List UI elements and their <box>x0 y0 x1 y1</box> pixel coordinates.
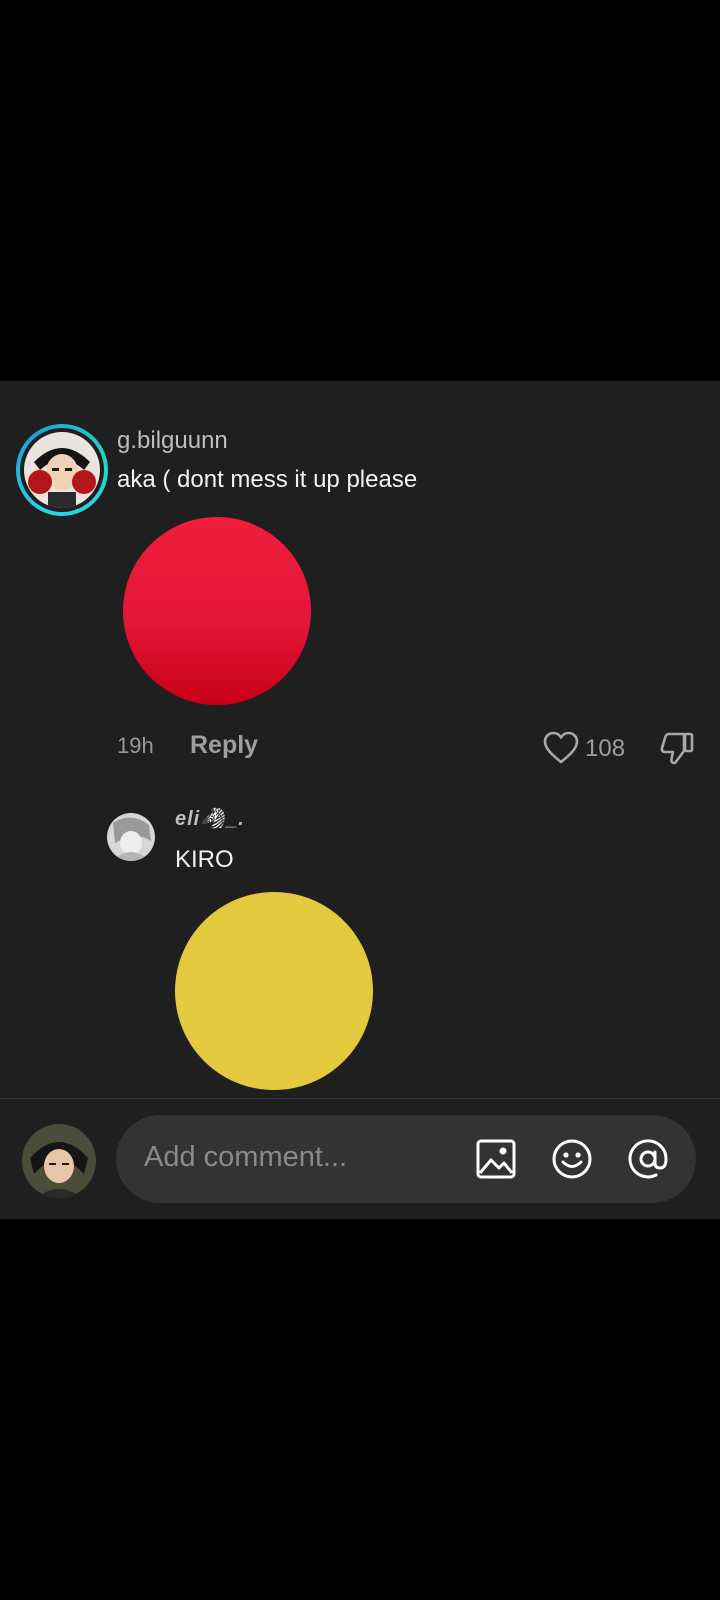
comment-username[interactable]: g.bilguunn <box>117 427 228 455</box>
reply-text: KIRO <box>175 846 234 873</box>
current-user-avatar[interactable] <box>22 1124 96 1198</box>
emoji-icon[interactable] <box>550 1137 594 1181</box>
image-icon[interactable] <box>474 1137 518 1181</box>
heart-icon[interactable] <box>543 731 579 765</box>
yellow-circle-sticker <box>175 892 373 1090</box>
avatar-image <box>24 432 100 508</box>
thumbs-down-icon[interactable] <box>659 730 695 766</box>
user-avatar[interactable] <box>16 424 108 516</box>
comments-panel <box>0 381 720 1219</box>
divider <box>0 1098 720 1099</box>
video-area <box>0 0 720 381</box>
reply-button[interactable]: Reply <box>190 731 258 760</box>
comment-input[interactable] <box>144 1141 444 1174</box>
red-circle-sticker <box>123 517 311 705</box>
reply-avatar[interactable] <box>107 813 155 861</box>
reply-username[interactable]: eli🦓_. <box>175 806 245 831</box>
comment-timestamp: 19h <box>117 733 154 758</box>
comment-text: aka ( dont mess it up please <box>117 466 418 493</box>
like-count: 108 <box>585 735 626 762</box>
bottom-area <box>0 1219 720 1600</box>
mention-icon[interactable] <box>626 1137 670 1181</box>
